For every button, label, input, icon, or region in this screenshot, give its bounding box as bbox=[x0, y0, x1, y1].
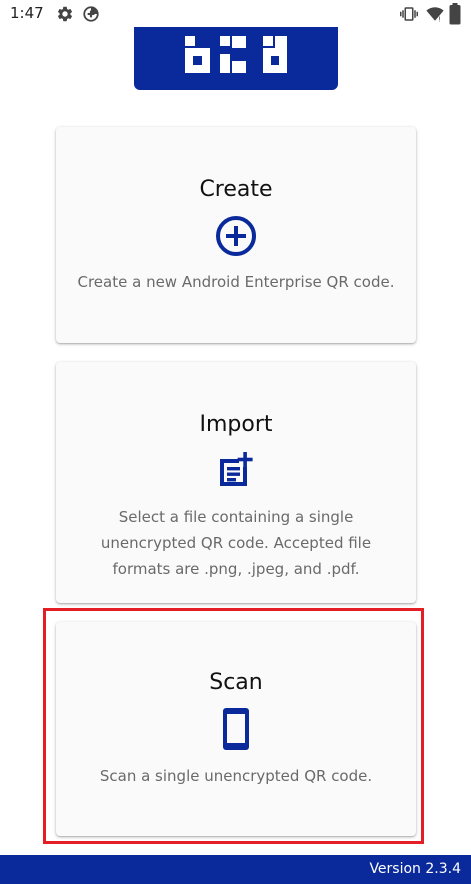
gear-icon bbox=[57, 6, 73, 22]
battery-icon bbox=[449, 3, 461, 25]
version-label: Version 2.3.4 bbox=[369, 861, 461, 877]
status-bar: 1:47 ! bbox=[0, 0, 471, 28]
import-card-description: Select a file containing a single unencr… bbox=[100, 508, 372, 578]
logo-qr-pattern bbox=[185, 36, 287, 73]
scan-card-description: Scan a single unencrypted QR code. bbox=[99, 767, 373, 785]
footer-bar: Version 2.3.4 bbox=[0, 855, 471, 884]
post-add-icon bbox=[220, 452, 253, 486]
import-card-title: Import bbox=[199, 412, 273, 437]
svg-text:!: ! bbox=[438, 16, 441, 24]
add-circle-icon bbox=[216, 216, 256, 256]
create-card-description: Create a new Android Enterprise QR code. bbox=[77, 273, 395, 291]
vibrate-icon bbox=[400, 7, 418, 21]
create-card[interactable]: Create Create a new Android Enterprise Q… bbox=[56, 127, 416, 343]
create-card-title: Create bbox=[199, 177, 273, 202]
data-saver-icon bbox=[83, 6, 99, 22]
wifi-icon: ! bbox=[426, 7, 444, 24]
app-logo bbox=[134, 27, 338, 90]
scan-card[interactable]: Scan Scan a single unencrypted QR code. bbox=[56, 622, 416, 836]
import-card[interactable]: Import Select a file containing a single… bbox=[56, 362, 416, 603]
scan-card-title: Scan bbox=[209, 670, 263, 695]
smartphone-icon bbox=[223, 708, 249, 750]
status-time: 1:47 bbox=[10, 4, 44, 22]
